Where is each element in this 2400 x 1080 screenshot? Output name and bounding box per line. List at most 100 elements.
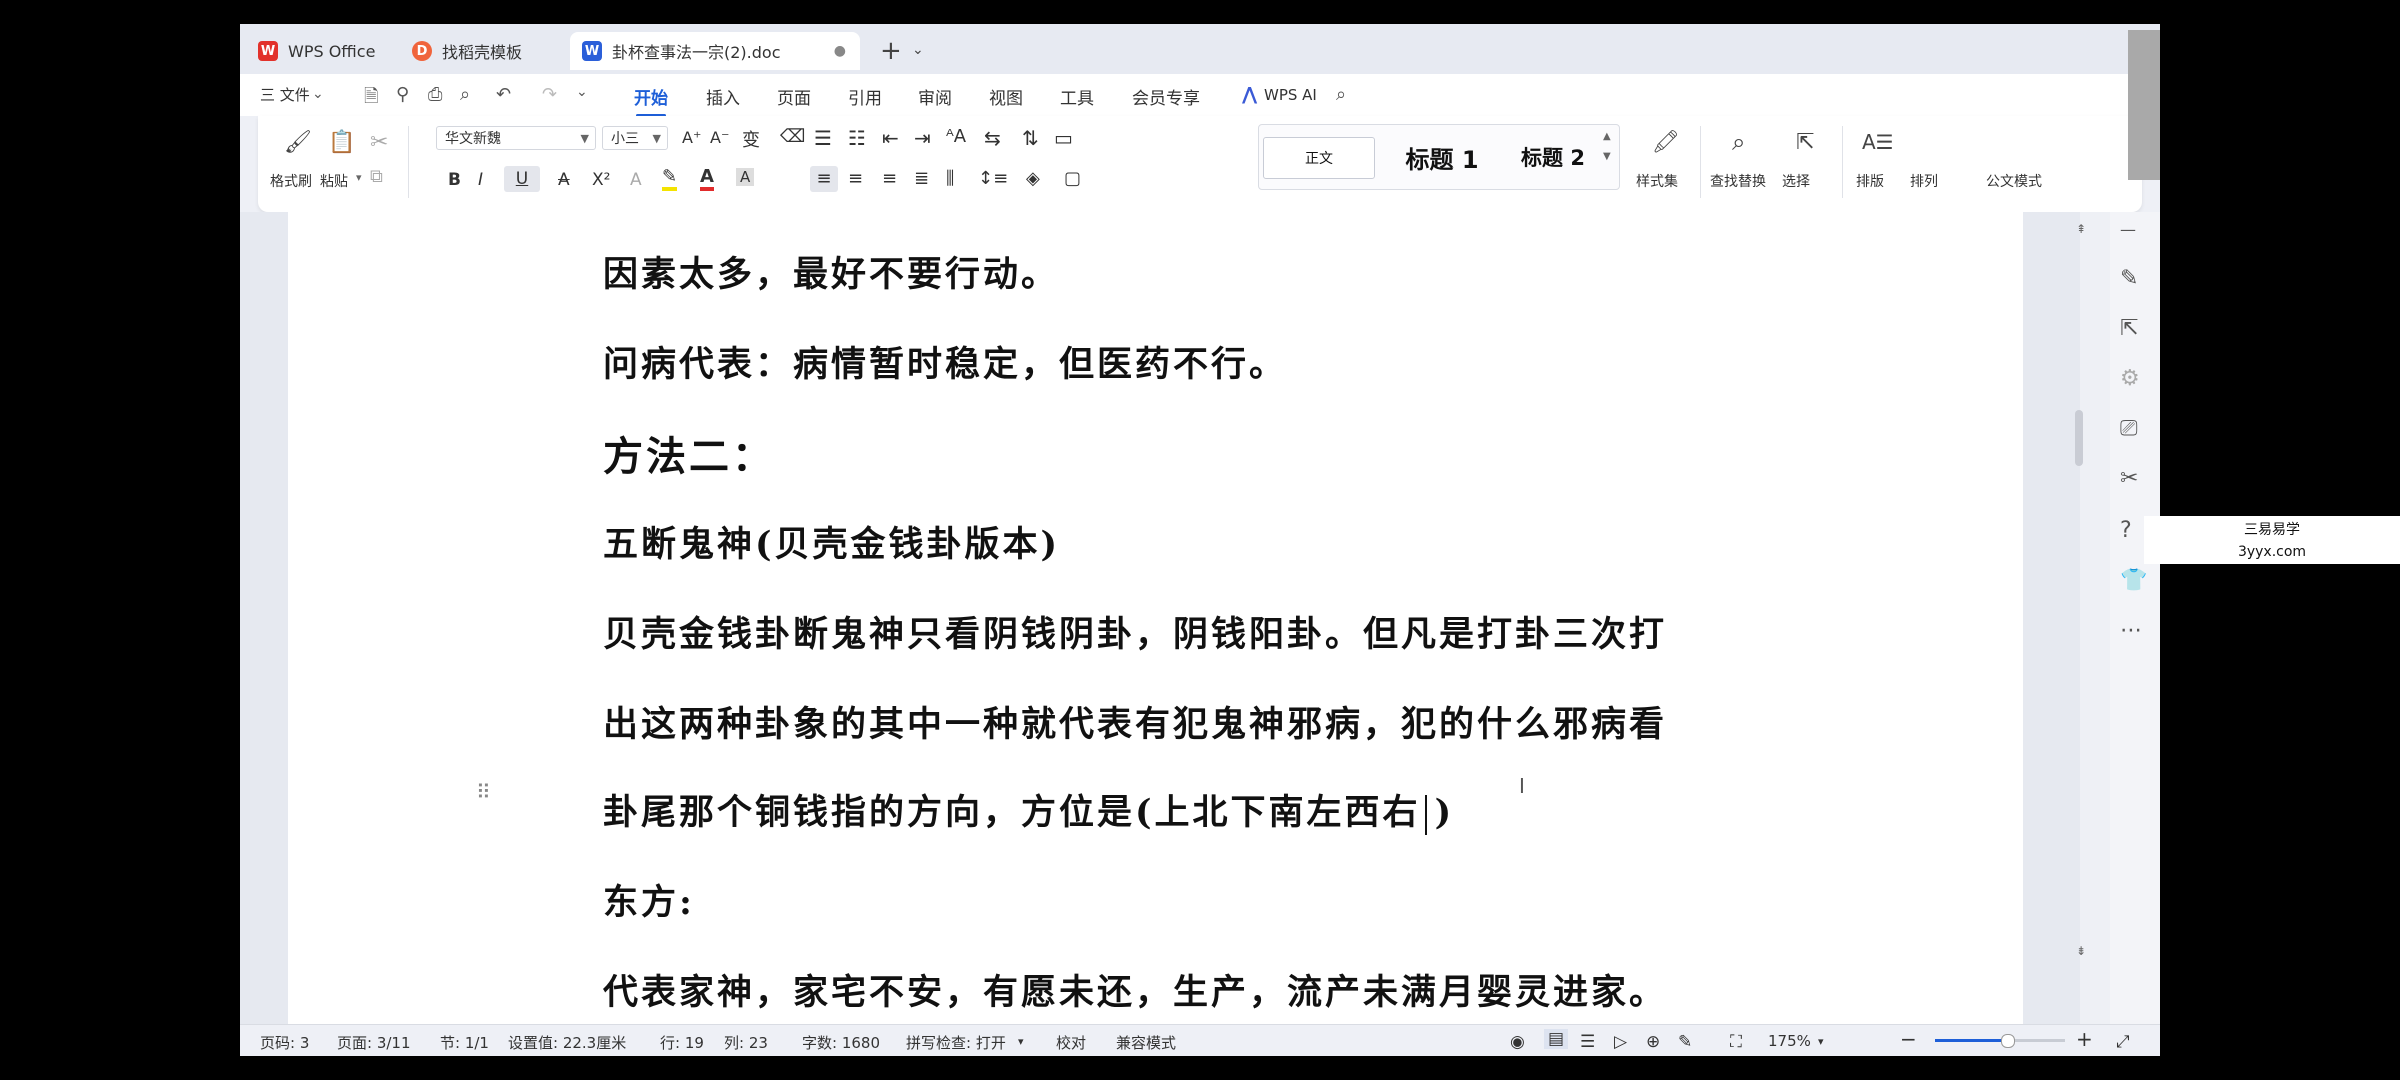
menu-insert[interactable]: 插入 (706, 84, 740, 109)
underline-icon[interactable]: U (504, 166, 540, 192)
document-page[interactable]: 因素太多，最好不要行动。 问病代表：病情暂时稳定，但医药不行。 方法二： 五断鬼… (288, 212, 2023, 1024)
tab-wps-office[interactable]: W WPS Office (258, 32, 398, 70)
text-effect-icon[interactable]: A (630, 170, 642, 190)
font-name-select[interactable]: 华文新魏 ▼ (436, 126, 596, 150)
layout-label[interactable]: 排版 (1856, 171, 1884, 191)
file-menu[interactable]: 三 文件 (260, 84, 310, 105)
zoom-in-icon[interactable]: + (2076, 1027, 2093, 1051)
spell-check-chevron-icon[interactable]: ▾ (1018, 1035, 1024, 1048)
borders-icon[interactable]: ▢ (1064, 168, 1081, 189)
tools-icon[interactable]: ✂ (2120, 466, 2138, 491)
line-spacing-icon[interactable]: ↕≡ (978, 168, 1008, 189)
menu-view[interactable]: 视图 (989, 84, 1023, 109)
shrink-font-icon[interactable]: A⁻ (710, 128, 729, 147)
cut-icon[interactable]: ✂ (370, 130, 388, 155)
zoom-chevron-icon[interactable]: ▾ (1818, 1035, 1824, 1048)
status-proof[interactable]: 校对 (1056, 1032, 1086, 1053)
style-set-icon[interactable]: 🖍 (1652, 130, 1680, 155)
bullet-list-icon[interactable]: ☰ (814, 126, 832, 150)
format-painter-icon[interactable]: 🖌 (284, 130, 312, 155)
adjust-icon[interactable]: ⚙ (2120, 366, 2140, 391)
style-heading-2[interactable]: 标题 2 (1503, 137, 1603, 177)
menu-home[interactable]: 开始 (634, 84, 668, 117)
strikethrough-icon[interactable]: A (558, 170, 570, 190)
fullscreen-icon[interactable]: ⤢ (2116, 1032, 2130, 1052)
pen-icon[interactable]: ✎ (2120, 266, 2138, 291)
scrollbar-thumb[interactable] (2075, 410, 2083, 466)
arrange-label[interactable]: 排列 (1910, 171, 1938, 191)
translate-icon[interactable]: ⎚ (2120, 416, 2138, 441)
italic-icon[interactable]: I (478, 170, 483, 190)
increase-indent-icon[interactable]: ⇥ (914, 126, 931, 150)
status-word-count[interactable]: 字数: 1680 (802, 1032, 880, 1053)
distributed-icon[interactable]: ⫼ (946, 168, 954, 189)
find-replace-icon[interactable]: ⌕ (1732, 128, 1745, 156)
search-icon[interactable]: ⌕ (1336, 84, 1346, 105)
status-compat[interactable]: 兼容模式 (1116, 1032, 1176, 1053)
highlight-icon[interactable]: ✎ (662, 166, 678, 191)
paste-label[interactable]: 粘贴 (320, 171, 348, 191)
tab-document[interactable]: W 卦杯查事法一宗(2).doc ● (570, 32, 860, 70)
phonetic-guide-icon[interactable]: 变 (742, 126, 760, 152)
outline-view-icon[interactable]: ☰ (1580, 1032, 1595, 1052)
style-heading-1[interactable]: 标题 1 (1387, 137, 1497, 177)
clear-format-icon[interactable]: ⌫ (780, 126, 805, 147)
more-icon[interactable]: ⋯ (2120, 618, 2142, 643)
menu-member[interactable]: 会员专享 (1132, 84, 1200, 109)
menu-review[interactable]: 审阅 (918, 84, 952, 109)
fit-page-icon[interactable]: ⛶ (1730, 1032, 1742, 1052)
scroll-up-icon[interactable]: ⇞ (2076, 222, 2086, 236)
styles-scroll-up-icon[interactable]: ▲ (1603, 131, 1611, 142)
redo-icon[interactable]: ↷ (542, 84, 557, 105)
zoom-slider[interactable] (1935, 1034, 2065, 1048)
menu-wps-ai[interactable]: WPS AI (1264, 86, 1317, 104)
paste-chevron-icon[interactable]: ▾ (356, 171, 362, 184)
print-preview-icon[interactable]: ⌕ (460, 84, 470, 105)
page-nav-icon[interactable]: ⇟ (2076, 944, 2086, 958)
new-tab-plus-icon[interactable]: + (880, 36, 902, 66)
layout-icon[interactable]: A☰ (1862, 130, 1894, 154)
tab-template[interactable]: D 找稻壳模板 (412, 32, 562, 70)
format-painter-label[interactable]: 格式刷 (270, 171, 312, 191)
quick-access-chevron-icon[interactable]: ⌄ (576, 84, 588, 100)
superscript-icon[interactable]: X² (592, 170, 610, 190)
export-pdf-icon[interactable]: ⚲ (396, 84, 409, 105)
status-spell-check[interactable]: 拼写检查: 打开 (906, 1032, 1006, 1053)
zoom-slider-knob[interactable] (2000, 1034, 2015, 1048)
status-row[interactable]: 行: 19 (660, 1032, 704, 1053)
print-icon[interactable]: ⎙ (428, 84, 442, 105)
font-size-select[interactable]: 小三 ▼ (602, 126, 668, 150)
wps-ai-logo-icon[interactable]: ⋀ (1242, 84, 1257, 105)
write-mode-icon[interactable]: ✎ (1678, 1032, 1692, 1052)
style-set-label[interactable]: 样式集 (1636, 171, 1678, 191)
style-normal[interactable]: 正文 (1263, 137, 1375, 179)
cursor-select-icon[interactable]: ⇱ (2120, 316, 2138, 341)
status-page-code[interactable]: 页码: 3 (260, 1032, 309, 1053)
file-menu-chevron-icon[interactable]: ⌄ (312, 86, 324, 102)
grow-font-icon[interactable]: A⁺ (682, 128, 701, 147)
status-col[interactable]: 列: 23 (724, 1032, 768, 1053)
tab-close-dot-icon[interactable]: ● (834, 43, 846, 59)
status-section[interactable]: 节: 1/1 (440, 1032, 489, 1053)
change-case-icon[interactable]: ᴬA (946, 126, 966, 147)
eye-protect-icon[interactable]: ◉ (1510, 1032, 1525, 1052)
select-label[interactable]: 选择 (1782, 171, 1810, 191)
menu-tools[interactable]: 工具 (1060, 84, 1094, 109)
vertical-scrollbar[interactable] (2080, 212, 2110, 1024)
sort-icon[interactable]: ⇅ (1022, 126, 1039, 150)
styles-scroll-down-icon[interactable]: ▼ (1603, 151, 1611, 162)
show-marks-icon[interactable]: ▭ (1054, 126, 1073, 150)
shirt-icon[interactable]: 👕 (2120, 568, 2147, 593)
status-page[interactable]: 页面: 3/11 (337, 1032, 411, 1053)
font-color-icon[interactable]: A (700, 166, 714, 191)
help-icon[interactable]: ? (2120, 518, 2132, 543)
save-icon[interactable]: 🗎 (364, 84, 378, 114)
align-left-icon[interactable]: ≡ (810, 166, 838, 192)
zoom-out-icon[interactable]: − (1900, 1027, 1917, 1051)
menu-page[interactable]: 页面 (777, 84, 811, 109)
align-center-icon[interactable]: ≡ (848, 168, 863, 189)
bold-icon[interactable]: B (448, 170, 461, 190)
drag-handle-icon[interactable]: ⠿ (476, 780, 491, 804)
decrease-indent-icon[interactable]: ⇤ (882, 126, 899, 150)
select-cursor-icon[interactable]: ⇱ (1796, 130, 1814, 155)
